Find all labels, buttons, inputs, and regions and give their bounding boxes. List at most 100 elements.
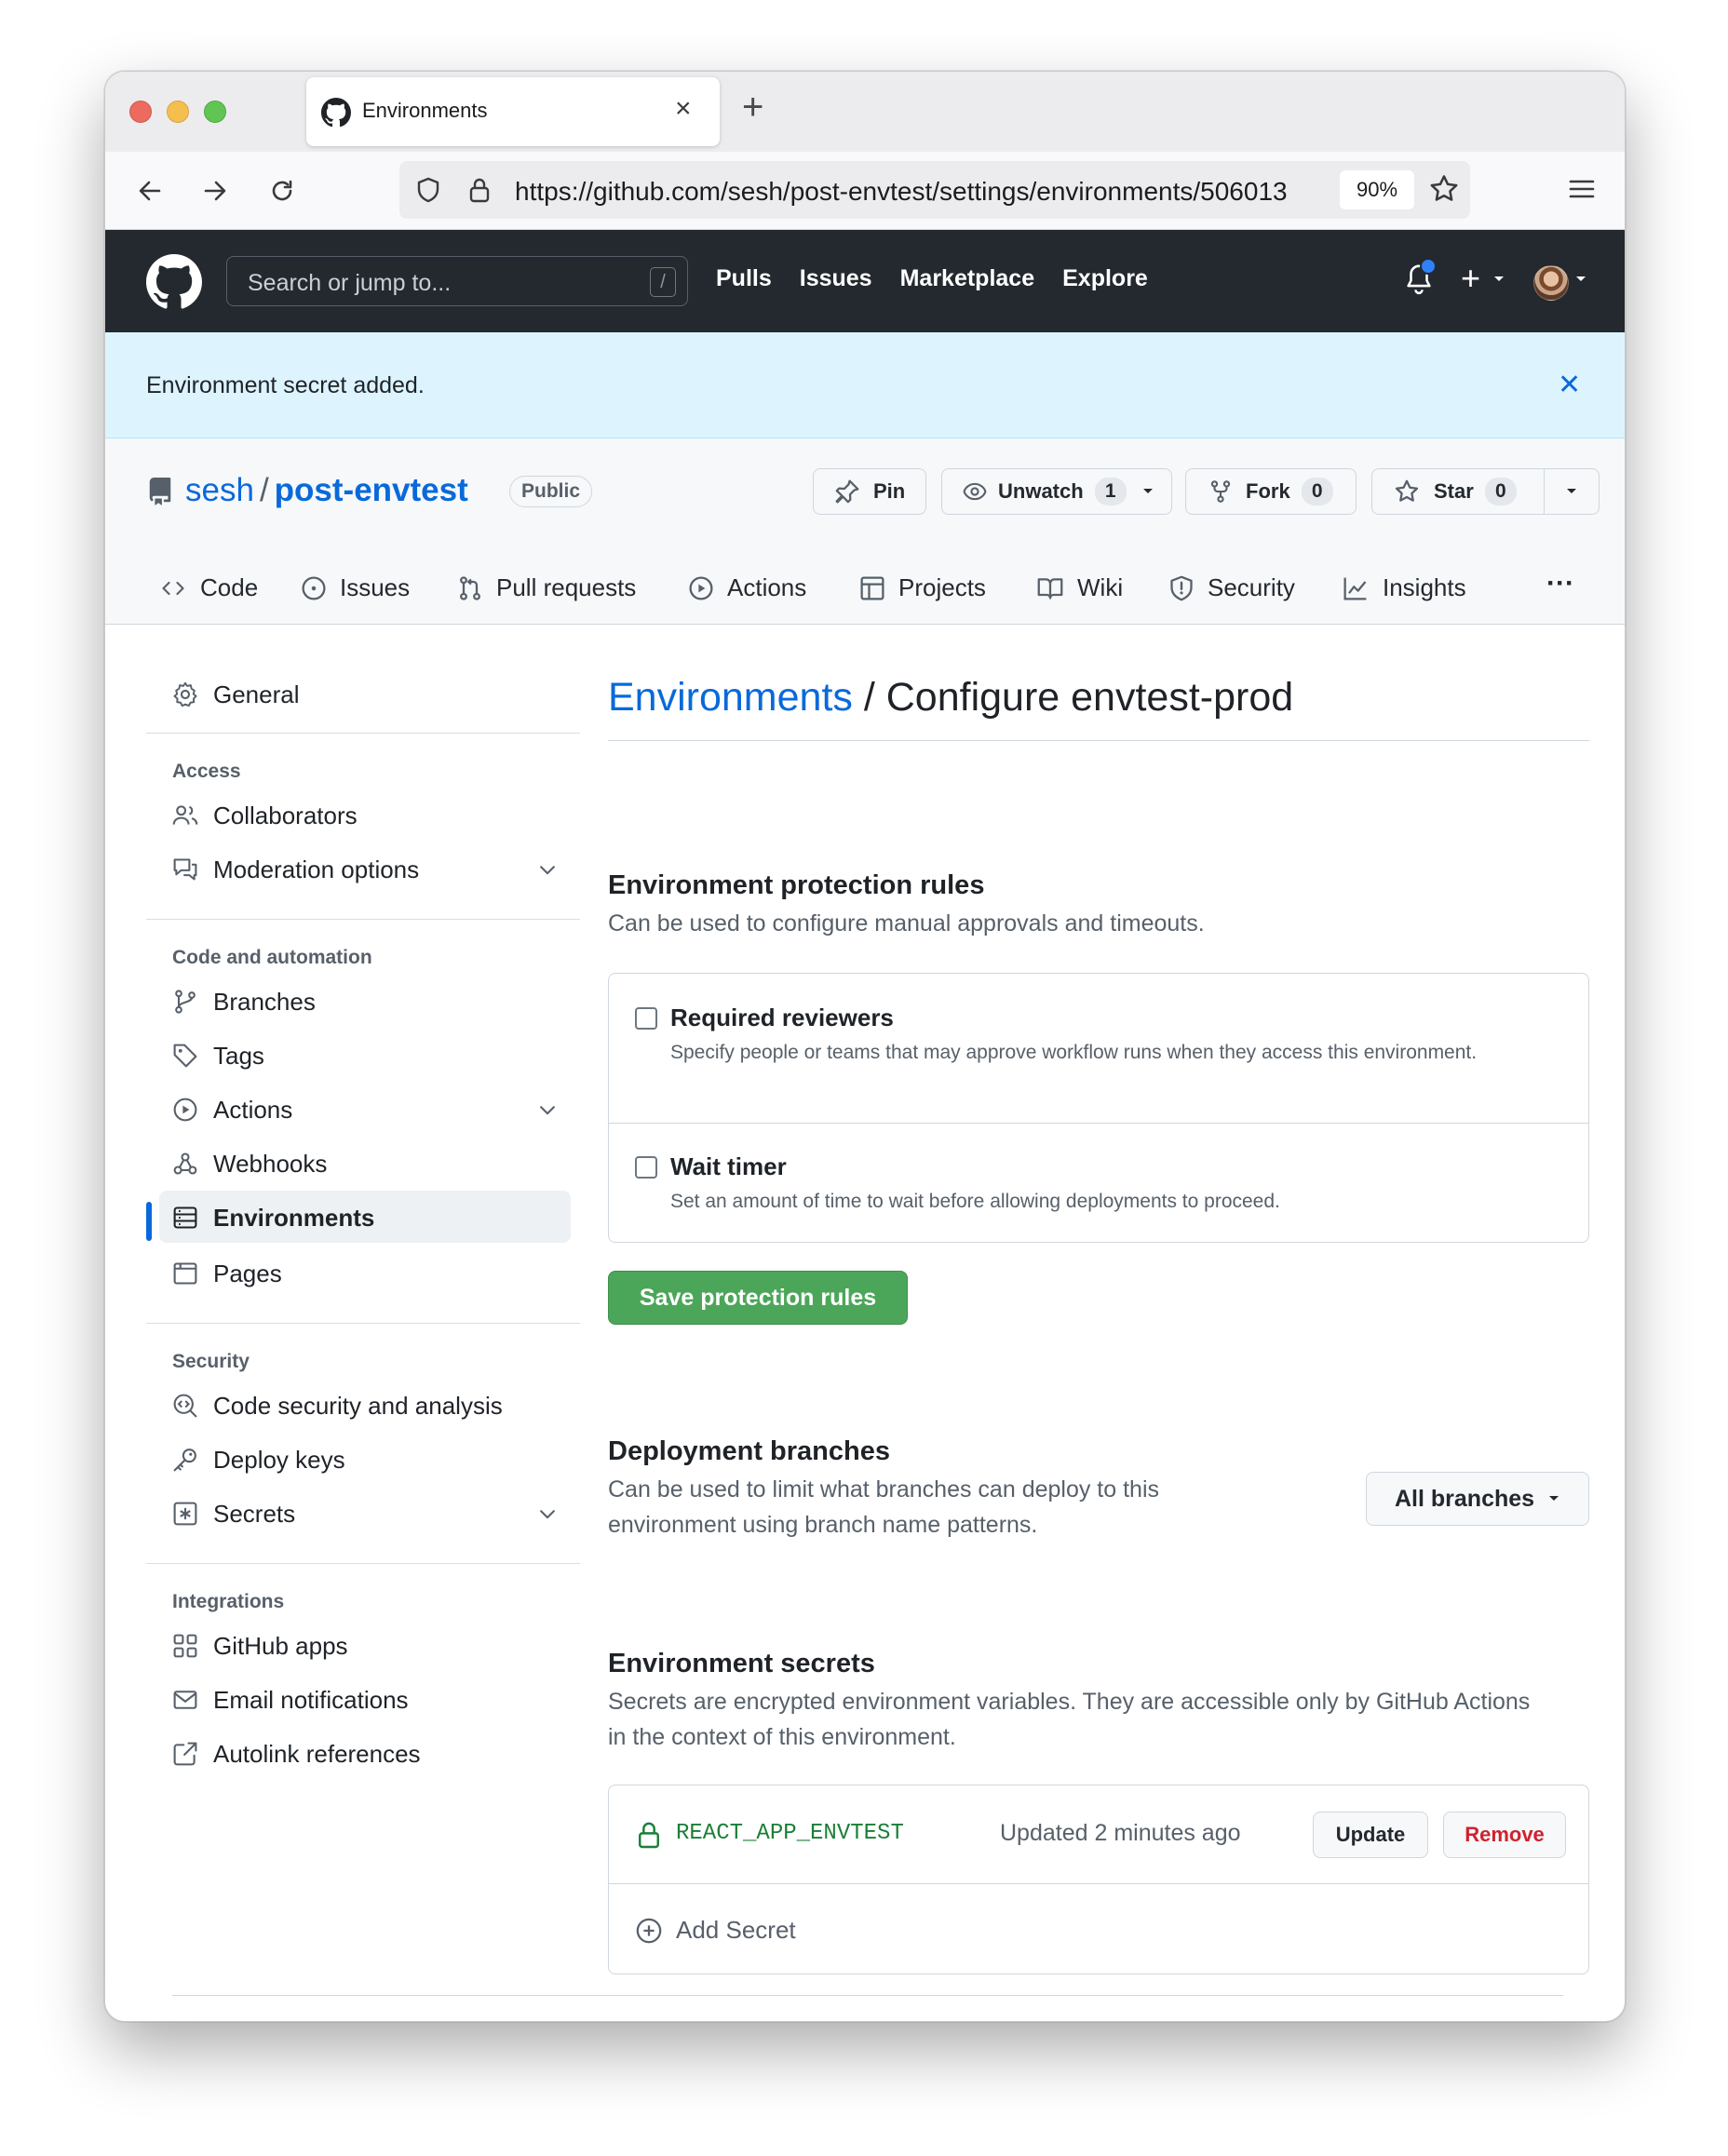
remove-secret-button[interactable]: Remove (1443, 1812, 1566, 1858)
wait-timer-title[interactable]: Wait timer (670, 1152, 787, 1181)
nav-issues[interactable]: Issues (800, 265, 872, 292)
protection-rules-box: Required reviewers Specify people or tea… (608, 973, 1589, 1243)
more-tabs-button[interactable]: ··· (1546, 568, 1574, 600)
tab-pull-requests-label: Pull requests (496, 573, 637, 601)
sidebar-item-label: Collaborators (213, 802, 358, 829)
hamburger-menu-icon[interactable] (1565, 172, 1599, 206)
flash-close-icon[interactable]: ✕ (1558, 370, 1581, 401)
repo-name-link[interactable]: post-envtest (275, 472, 468, 508)
fork-button[interactable]: Fork 0 (1185, 468, 1357, 515)
reload-icon (272, 180, 292, 201)
sidebar-item-pages[interactable]: Pages (146, 1246, 571, 1299)
flash-message: Environment secret added. (146, 372, 425, 398)
browser-toolbar: https://github.com/sesh/post-envtest/set… (105, 152, 1625, 230)
tab-issues[interactable]: Issues (301, 573, 410, 602)
sidebar-item-actions[interactable]: Actions (146, 1083, 571, 1135)
sidebar-divider (146, 919, 580, 920)
search-shortcut-hint: / (650, 267, 676, 297)
repo-header: sesh / post-envtest Public Pin Unwatch 1 F… (105, 438, 1625, 625)
forward-button[interactable] (195, 170, 236, 211)
sidebar-item-code-security[interactable]: Code security and analysis (146, 1379, 571, 1431)
tab-insights[interactable]: Insights (1342, 573, 1466, 602)
sidebar-item-label: Tags (213, 1042, 264, 1070)
tab-projects[interactable]: Projects (859, 573, 986, 602)
tab-wiki[interactable]: Wiki (1036, 573, 1123, 602)
deployment-branches-select[interactable]: All branches (1366, 1472, 1589, 1526)
create-new-plus-icon[interactable]: + (1461, 260, 1480, 297)
url-text[interactable]: https://github.com/sesh/post-envtest/set… (515, 177, 1316, 207)
sidebar-item-environments[interactable]: Environments (159, 1191, 571, 1243)
required-reviewers-checkbox[interactable] (635, 1007, 657, 1030)
star-count: 0 (1484, 478, 1517, 505)
chevron-down-icon (540, 866, 555, 875)
add-secret-button[interactable]: Add Secret (635, 1916, 796, 1945)
search-placeholder: Search or jump to... (248, 270, 452, 296)
star-button[interactable]: Star 0 (1371, 468, 1545, 515)
sidebar-item-collaborators[interactable]: Collaborators (146, 788, 571, 841)
tab-issues-label: Issues (340, 573, 411, 601)
wait-timer-checkbox[interactable] (635, 1156, 657, 1179)
sidebar-item-webhooks[interactable]: Webhooks (146, 1137, 571, 1189)
secret-updated-time: Updated 2 minutes ago (1000, 1820, 1241, 1846)
fork-label: Fork (1246, 479, 1290, 503)
bookmark-star-icon[interactable] (1427, 172, 1461, 206)
chevron-down-icon[interactable] (1574, 275, 1587, 284)
secret-row: REACT_APP_ENVTEST Updated 2 minutes ago … (609, 1785, 1588, 1884)
address-bar[interactable]: https://github.com/sesh/post-envtest/set… (399, 161, 1470, 219)
tab-pull-requests[interactable]: Pull requests (457, 573, 636, 602)
sidebar-heading-access: Access (172, 761, 241, 782)
lock-icon[interactable] (466, 176, 493, 204)
sidebar-item-branches[interactable]: Branches (146, 975, 571, 1027)
required-reviewers-title[interactable]: Required reviewers (670, 1004, 894, 1032)
unwatch-button[interactable]: Unwatch 1 (941, 468, 1172, 515)
zoom-level[interactable]: 90% (1340, 170, 1414, 209)
sidebar-item-general[interactable]: General (146, 667, 571, 720)
star-list-dropdown[interactable] (1544, 468, 1600, 515)
browser-tab[interactable]: Environments × (306, 77, 720, 146)
comment-discussion-icon (173, 858, 197, 881)
link-external-icon (173, 1742, 197, 1766)
nav-pulls[interactable]: Pulls (716, 265, 772, 292)
minimize-window-button[interactable] (167, 101, 189, 123)
nav-explore[interactable]: Explore (1062, 265, 1148, 292)
deployment-branches-description: Can be used to limit what branches can d… (608, 1476, 1160, 1538)
sidebar-item-autolink[interactable]: Autolink references (146, 1727, 571, 1779)
sidebar-item-tags[interactable]: Tags (146, 1029, 571, 1081)
update-secret-button[interactable]: Update (1313, 1812, 1428, 1858)
sidebar-item-label: Actions (213, 1096, 293, 1124)
asterisk-box-icon (173, 1502, 197, 1526)
back-arrow-icon (139, 181, 161, 201)
sidebar-item-moderation[interactable]: Moderation options (146, 842, 571, 895)
new-tab-button[interactable]: + (742, 87, 763, 128)
pin-button[interactable]: Pin (813, 468, 926, 515)
sidebar-heading-code-automation: Code and automation (172, 947, 372, 968)
mail-icon (173, 1691, 197, 1709)
nav-marketplace[interactable]: Marketplace (900, 265, 1035, 292)
close-window-button[interactable] (129, 101, 152, 123)
branches-select-value: All branches (1395, 1485, 1535, 1512)
close-tab-icon[interactable]: × (675, 90, 692, 128)
sidebar-item-github-apps[interactable]: GitHub apps (146, 1619, 571, 1671)
shield-icon[interactable] (414, 176, 442, 204)
visibility-badge: Public (509, 476, 593, 507)
save-protection-rules-button[interactable]: Save protection rules (608, 1271, 908, 1325)
sidebar-item-email-notifications[interactable]: Email notifications (146, 1673, 571, 1725)
breadcrumb-environments-link[interactable]: Environments (608, 675, 853, 720)
sidebar-item-deploy-keys[interactable]: Deploy keys (146, 1433, 571, 1485)
tab-actions[interactable]: Actions (688, 573, 806, 602)
back-button[interactable] (129, 170, 170, 211)
maximize-window-button[interactable] (204, 101, 226, 123)
tab-security[interactable]: Security (1168, 573, 1295, 602)
sidebar-item-secrets[interactable]: Secrets (146, 1487, 571, 1539)
apps-icon (173, 1634, 197, 1658)
user-avatar[interactable] (1533, 265, 1569, 301)
repo-owner-link[interactable]: sesh (185, 472, 254, 508)
reload-button[interactable] (262, 170, 303, 211)
sidebar-divider (146, 1323, 580, 1324)
github-favicon-icon (321, 98, 351, 128)
github-logo-icon[interactable] (146, 254, 202, 310)
tab-code[interactable]: Code (159, 573, 258, 602)
chevron-down-icon[interactable] (1492, 275, 1505, 284)
sidebar-item-label: Branches (213, 988, 316, 1016)
github-search-input[interactable]: Search or jump to... / (226, 256, 688, 306)
